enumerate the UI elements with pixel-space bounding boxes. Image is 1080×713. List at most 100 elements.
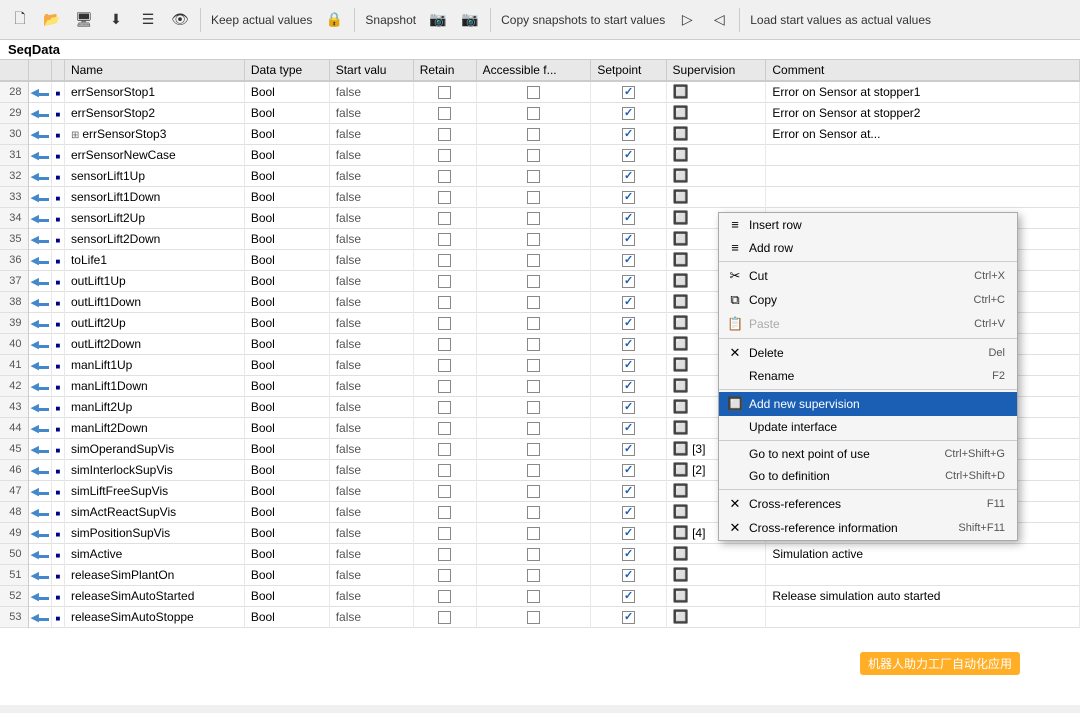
table-row[interactable]: 50◀▬■simActiveBoolfalse🔲Simulation activ… — [0, 544, 1080, 565]
row-retain[interactable] — [413, 502, 476, 523]
row-accessible[interactable] — [476, 187, 591, 208]
table-row[interactable]: 29◀▬■errSensorStop2Boolfalse🔲Error on Se… — [0, 103, 1080, 124]
row-retain[interactable] — [413, 208, 476, 229]
ctx-item-update-interface[interactable]: Update interface — [719, 416, 1017, 438]
row-accessible[interactable] — [476, 208, 591, 229]
row-accessible[interactable] — [476, 439, 591, 460]
row-setpoint[interactable] — [591, 313, 666, 334]
row-accessible[interactable] — [476, 81, 591, 103]
toolbar-btn-2[interactable]: 📂 — [38, 6, 66, 34]
keep-actual-label[interactable]: Keep actual values — [207, 13, 316, 27]
row-setpoint[interactable] — [591, 418, 666, 439]
toolbar-snapshot-btn2[interactable]: 📷 — [456, 6, 484, 34]
row-setpoint[interactable] — [591, 565, 666, 586]
toolbar-copy-btn1[interactable]: ▷ — [673, 6, 701, 34]
row-accessible[interactable] — [476, 145, 591, 166]
toolbar-btn-monitor[interactable]: 🖥 — [70, 6, 98, 34]
row-retain[interactable] — [413, 439, 476, 460]
row-supervision[interactable]: 🔲 — [666, 586, 766, 607]
row-accessible[interactable] — [476, 103, 591, 124]
row-retain[interactable] — [413, 523, 476, 544]
row-setpoint[interactable] — [591, 607, 666, 628]
row-accessible[interactable] — [476, 229, 591, 250]
row-retain[interactable] — [413, 81, 476, 103]
row-retain[interactable] — [413, 355, 476, 376]
row-setpoint[interactable] — [591, 481, 666, 502]
table-row[interactable]: 52◀▬■releaseSimAutoStartedBoolfalse🔲Rele… — [0, 586, 1080, 607]
row-retain[interactable] — [413, 103, 476, 124]
row-retain[interactable] — [413, 565, 476, 586]
row-setpoint[interactable] — [591, 81, 666, 103]
row-accessible[interactable] — [476, 523, 591, 544]
ctx-item-copy[interactable]: ⧉CopyCtrl+C — [719, 288, 1017, 312]
row-accessible[interactable] — [476, 586, 591, 607]
row-supervision[interactable]: 🔲 — [666, 145, 766, 166]
row-setpoint[interactable] — [591, 292, 666, 313]
toolbar-btn-list[interactable]: ☰ — [134, 6, 162, 34]
row-accessible[interactable] — [476, 397, 591, 418]
ctx-item-add-row[interactable]: ≡Add row — [719, 236, 1017, 259]
toolbar-snapshot-btn1[interactable]: 📷 — [424, 6, 452, 34]
table-row[interactable]: 53◀▬■releaseSimAutoStoppeBoolfalse🔲 — [0, 607, 1080, 628]
row-retain[interactable] — [413, 145, 476, 166]
row-accessible[interactable] — [476, 502, 591, 523]
ctx-item-cross-ref-info[interactable]: ✕Cross-reference informationShift+F11 — [719, 516, 1017, 540]
row-retain[interactable] — [413, 292, 476, 313]
row-retain[interactable] — [413, 166, 476, 187]
row-accessible[interactable] — [476, 334, 591, 355]
row-accessible[interactable] — [476, 607, 591, 628]
row-retain[interactable] — [413, 481, 476, 502]
row-accessible[interactable] — [476, 292, 591, 313]
row-retain[interactable] — [413, 124, 476, 145]
row-retain[interactable] — [413, 460, 476, 481]
toolbar-copy-btn2[interactable]: ◁ — [705, 6, 733, 34]
row-retain[interactable] — [413, 607, 476, 628]
row-supervision[interactable]: 🔲 — [666, 544, 766, 565]
row-accessible[interactable] — [476, 313, 591, 334]
row-supervision[interactable]: 🔲 — [666, 81, 766, 103]
row-supervision[interactable]: 🔲 — [666, 187, 766, 208]
table-row[interactable]: 30◀▬■⊞errSensorStop3Boolfalse🔲Error on S… — [0, 124, 1080, 145]
row-supervision[interactable]: 🔲 — [666, 103, 766, 124]
toolbar-btn-download[interactable]: ⬇ — [102, 6, 130, 34]
row-setpoint[interactable] — [591, 124, 666, 145]
row-accessible[interactable] — [476, 166, 591, 187]
ctx-item-go-next[interactable]: Go to next point of useCtrl+Shift+G — [719, 443, 1017, 465]
row-accessible[interactable] — [476, 271, 591, 292]
row-accessible[interactable] — [476, 124, 591, 145]
row-accessible[interactable] — [476, 376, 591, 397]
row-setpoint[interactable] — [591, 187, 666, 208]
row-setpoint[interactable] — [591, 544, 666, 565]
row-retain[interactable] — [413, 586, 476, 607]
table-row[interactable]: 33◀▬■sensorLift1DownBoolfalse🔲 — [0, 187, 1080, 208]
row-accessible[interactable] — [476, 250, 591, 271]
row-setpoint[interactable] — [591, 103, 666, 124]
row-setpoint[interactable] — [591, 229, 666, 250]
row-accessible[interactable] — [476, 355, 591, 376]
table-row[interactable]: 32◀▬■sensorLift1UpBoolfalse🔲 — [0, 166, 1080, 187]
row-accessible[interactable] — [476, 565, 591, 586]
table-row[interactable]: 28◀▬■errSensorStop1Boolfalse🔲Error on Se… — [0, 81, 1080, 103]
row-retain[interactable] — [413, 544, 476, 565]
row-supervision[interactable]: 🔲 — [666, 565, 766, 586]
row-retain[interactable] — [413, 334, 476, 355]
row-retain[interactable] — [413, 229, 476, 250]
row-retain[interactable] — [413, 187, 476, 208]
ctx-item-cut[interactable]: ✂CutCtrl+X — [719, 264, 1017, 288]
row-supervision[interactable]: 🔲 — [666, 124, 766, 145]
row-setpoint[interactable] — [591, 166, 666, 187]
row-setpoint[interactable] — [591, 439, 666, 460]
ctx-item-paste[interactable]: 📋PasteCtrl+V — [719, 312, 1017, 336]
row-accessible[interactable] — [476, 418, 591, 439]
row-setpoint[interactable] — [591, 376, 666, 397]
ctx-item-go-definition[interactable]: Go to definitionCtrl+Shift+D — [719, 465, 1017, 487]
row-retain[interactable] — [413, 397, 476, 418]
ctx-item-add-supervision[interactable]: 🔲Add new supervision — [719, 392, 1017, 416]
row-setpoint[interactable] — [591, 250, 666, 271]
table-row[interactable]: 31◀▬■errSensorNewCaseBoolfalse🔲 — [0, 145, 1080, 166]
row-accessible[interactable] — [476, 481, 591, 502]
row-retain[interactable] — [413, 313, 476, 334]
row-accessible[interactable] — [476, 460, 591, 481]
ctx-item-delete[interactable]: ✕DeleteDel — [719, 341, 1017, 365]
row-setpoint[interactable] — [591, 523, 666, 544]
